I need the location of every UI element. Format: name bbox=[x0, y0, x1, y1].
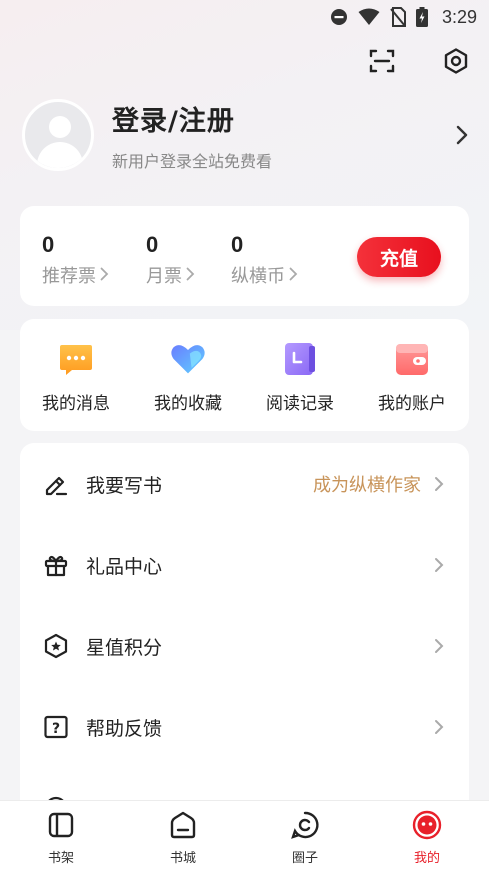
stat-value: 0 bbox=[146, 232, 159, 257]
scan-icon bbox=[368, 47, 396, 79]
shortcut-label: 我的账户 bbox=[378, 394, 446, 414]
tab-label: 书城 bbox=[169, 851, 196, 866]
chevron-right-icon bbox=[100, 265, 109, 286]
menu-list: 我要写书 成为纵横作家 礼品中心 星值积分 ? 帮助反馈 bbox=[20, 443, 469, 843]
star-badge-icon bbox=[42, 632, 70, 660]
chevron-right-icon bbox=[431, 719, 447, 735]
stat-recommend-tickets[interactable]: 0 推荐票 bbox=[42, 232, 109, 288]
stat-coins[interactable]: 0 纵横币 bbox=[231, 232, 298, 288]
scan-button[interactable] bbox=[367, 48, 397, 78]
login-profile-row[interactable]: 登录/注册 新用户登录全站免费看 bbox=[22, 98, 472, 172]
recharge-button[interactable]: 充值 bbox=[357, 237, 441, 277]
heart-icon bbox=[170, 341, 206, 377]
chevron-right-icon bbox=[431, 476, 447, 492]
status-time: 3:29 bbox=[441, 6, 477, 27]
gift-icon bbox=[42, 551, 70, 579]
chevron-right-icon bbox=[452, 125, 472, 145]
shortcut-label: 阅读记录 bbox=[266, 394, 334, 414]
menu-item-help-feedback[interactable]: ? 帮助反馈 bbox=[20, 697, 469, 757]
shortcut-label: 我的消息 bbox=[42, 394, 110, 414]
shortcut-messages[interactable]: 我的消息 bbox=[20, 341, 132, 414]
tab-label: 圈子 bbox=[291, 851, 318, 866]
top-actions bbox=[367, 48, 471, 78]
become-author-link[interactable]: 成为纵横作家 bbox=[313, 471, 421, 497]
tab-bookstore[interactable]: 书城 bbox=[143, 809, 223, 866]
stat-label: 月票 bbox=[146, 266, 182, 287]
menu-label: 星值积分 bbox=[86, 636, 163, 659]
menu-item-gift-center[interactable]: 礼品中心 bbox=[20, 535, 469, 595]
menu-label: 我要写书 bbox=[86, 474, 163, 497]
settings-button[interactable] bbox=[441, 48, 471, 78]
tab-me[interactable]: 我的 bbox=[387, 809, 467, 866]
chevron-right-icon bbox=[431, 638, 447, 654]
shortcut-label: 我的收藏 bbox=[154, 394, 222, 414]
stat-label: 推荐票 bbox=[42, 266, 96, 287]
history-icon bbox=[282, 341, 318, 377]
chevron-right-icon bbox=[431, 557, 447, 573]
bookshelf-icon bbox=[45, 809, 77, 841]
avatar[interactable] bbox=[22, 99, 94, 171]
menu-label: 帮助反馈 bbox=[86, 717, 163, 740]
bookstore-icon bbox=[167, 809, 199, 841]
shortcut-account[interactable]: 我的账户 bbox=[356, 341, 468, 414]
battery-charging-icon bbox=[415, 7, 428, 27]
gear-icon bbox=[442, 47, 470, 79]
message-icon bbox=[58, 341, 94, 377]
stat-monthly-tickets[interactable]: 0 月票 bbox=[146, 232, 195, 288]
tab-label: 书架 bbox=[47, 851, 74, 866]
wallet-icon bbox=[394, 341, 430, 377]
help-icon: ? bbox=[42, 713, 70, 741]
shortcut-favorites[interactable]: 我的收藏 bbox=[132, 341, 244, 414]
bottom-tab-bar: 书架 书城 圈子 我的 bbox=[0, 800, 489, 869]
wifi-icon bbox=[358, 8, 380, 26]
login-register-title[interactable]: 登录/注册 bbox=[112, 99, 452, 138]
shortcut-reading-history[interactable]: 阅读记录 bbox=[244, 341, 356, 414]
chevron-right-icon bbox=[289, 265, 298, 286]
stat-label: 纵横币 bbox=[231, 266, 285, 287]
pen-icon bbox=[42, 470, 70, 498]
svg-text:?: ? bbox=[52, 721, 60, 737]
me-icon bbox=[411, 809, 443, 841]
do-not-disturb-icon bbox=[330, 8, 348, 26]
stats-card: 0 推荐票 0 月票 0 纵横币 充值 bbox=[20, 206, 469, 306]
menu-item-write-book[interactable]: 我要写书 成为纵横作家 bbox=[20, 454, 469, 514]
tab-label: 我的 bbox=[413, 851, 440, 866]
stat-value: 0 bbox=[231, 232, 244, 257]
tab-bookshelf[interactable]: 书架 bbox=[21, 809, 101, 866]
shortcut-grid: 我的消息 我的收藏 阅读记录 我的账户 bbox=[20, 319, 469, 431]
login-subtitle: 新用户登录全站免费看 bbox=[112, 151, 273, 171]
circle-icon bbox=[289, 809, 321, 841]
no-sim-icon bbox=[390, 7, 406, 27]
tab-circle[interactable]: 圈子 bbox=[265, 809, 345, 866]
menu-item-star-points[interactable]: 星值积分 bbox=[20, 616, 469, 676]
status-bar: 3:29 bbox=[0, 0, 489, 34]
menu-label: 礼品中心 bbox=[86, 555, 163, 578]
stat-value: 0 bbox=[42, 232, 55, 257]
chevron-right-icon bbox=[186, 265, 195, 286]
